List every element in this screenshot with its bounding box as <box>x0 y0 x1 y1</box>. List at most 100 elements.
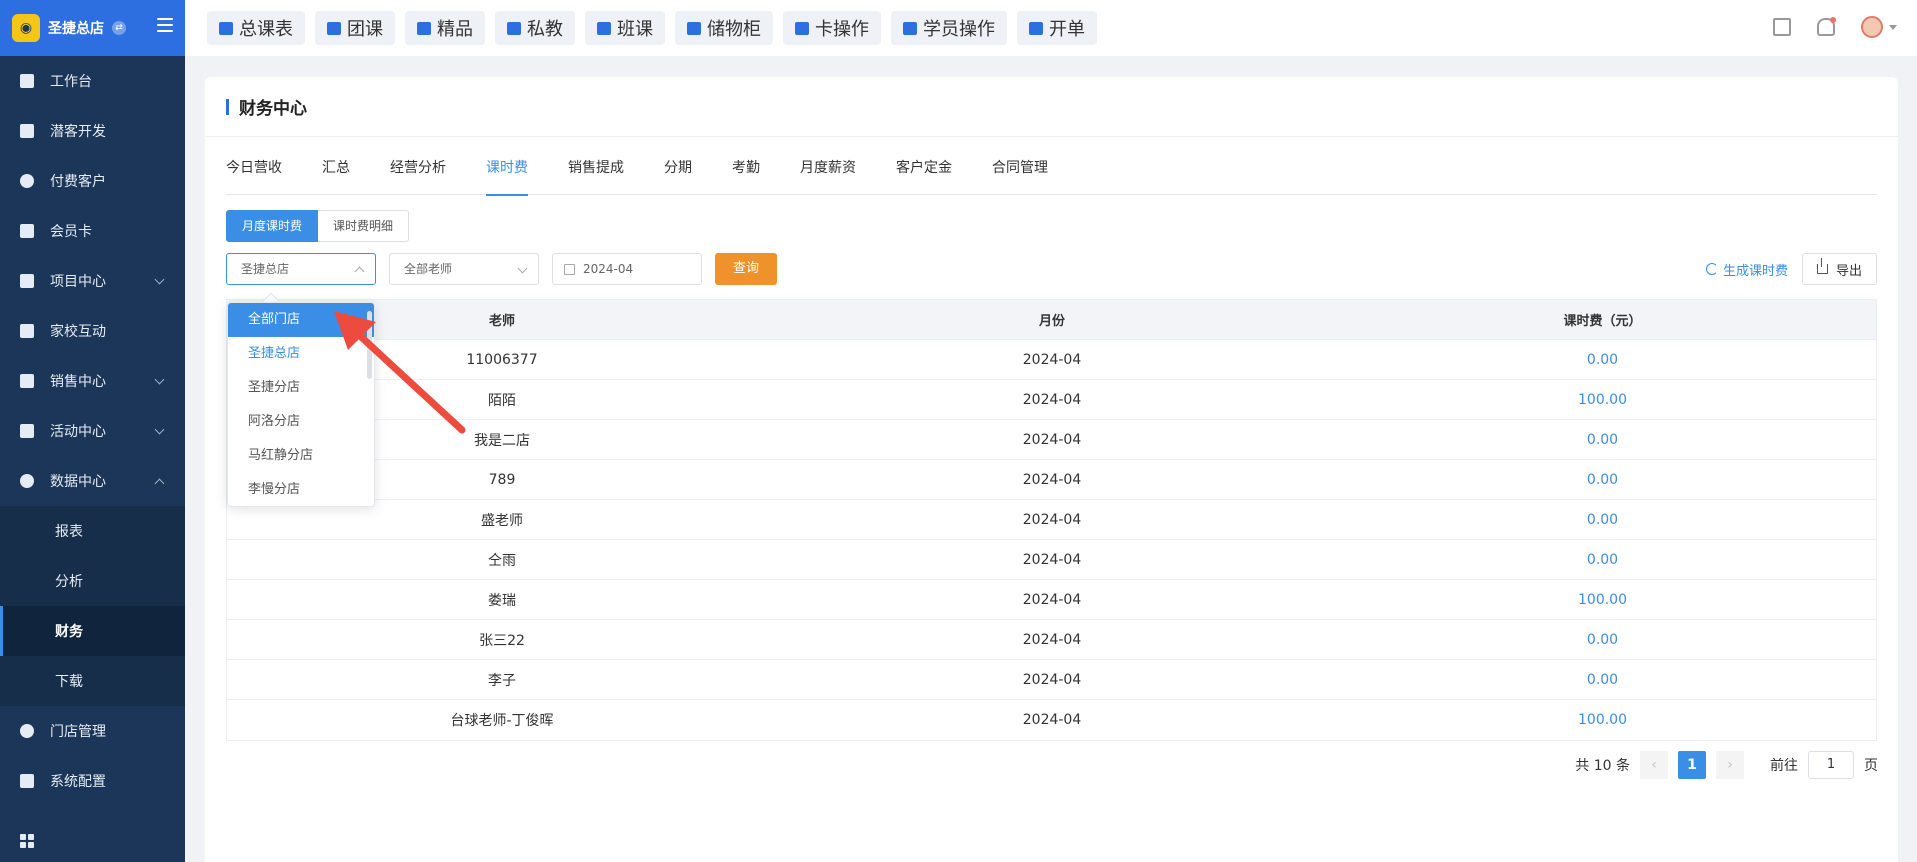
bell-icon[interactable] <box>1817 17 1836 36</box>
teacher-select[interactable]: 全部老师 <box>389 253 539 285</box>
dropdown-scrollbar[interactable] <box>367 311 372 379</box>
gift-icon <box>20 424 34 438</box>
sidebar-item-label: 数据中心 <box>50 474 106 490</box>
table-row: 我是二店 2024-04 0.00 <box>227 420 1876 460</box>
chevron-down-icon <box>154 274 165 285</box>
chevron-down-icon <box>154 374 165 385</box>
cell-fee-link[interactable]: 0.00 <box>1327 432 1878 448</box>
store-option[interactable]: 李慢分店 <box>228 473 374 506</box>
title-accent-bar <box>226 98 229 115</box>
cell-fee-link[interactable]: 100.00 <box>1327 712 1878 728</box>
sidebar-subitem-download[interactable]: 下载 <box>0 656 185 706</box>
sidebar-item-workbench[interactable]: 工作台 <box>0 56 185 106</box>
tab-sales-commission[interactable]: 销售提成 <box>568 157 624 195</box>
sidebar-item-sales-center[interactable]: 销售中心 <box>0 356 185 406</box>
fee-detail-segment[interactable]: 课时费明细 <box>318 210 410 242</box>
chevron-down-icon[interactable] <box>1889 24 1897 30</box>
card-header: 财务中心 <box>205 77 1898 137</box>
tab-monthly-salary[interactable]: 月度薪资 <box>800 157 856 195</box>
sidebar-item-label: 会员卡 <box>50 224 92 240</box>
tab-contract-management[interactable]: 合同管理 <box>992 157 1048 195</box>
export-button[interactable]: 导出 <box>1801 253 1877 285</box>
sidebar-item-store-management[interactable]: 门店管理 <box>0 706 185 756</box>
cell-fee-link[interactable]: 0.00 <box>1327 352 1878 368</box>
topbar: 总课表 团课 精品 私教 班课 储物柜 卡操作 学员操作 开单 <box>185 0 1917 56</box>
calendar-icon <box>564 264 575 275</box>
sidebar-item-activity-center[interactable]: 活动中心 <box>0 406 185 456</box>
store-option[interactable]: 圣捷总店 <box>228 337 374 371</box>
table-row: 李子 2024-04 0.00 <box>227 660 1876 700</box>
store-select[interactable]: 圣捷总店 <box>226 253 376 285</box>
cell-fee-link[interactable]: 0.00 <box>1327 552 1878 568</box>
sidebar-subitem-analysis[interactable]: 分析 <box>0 556 185 606</box>
table-row: 789 2024-04 0.00 <box>227 460 1876 500</box>
monthly-fee-segment[interactable]: 月度课时费 <box>226 210 319 242</box>
locker-icon <box>687 21 701 35</box>
sidebar-item-data-center[interactable]: 数据中心 <box>0 456 185 506</box>
sidebar-subitem-reports[interactable]: 报表 <box>0 506 185 556</box>
avatar[interactable] <box>1861 16 1883 38</box>
generate-fee-button[interactable]: 生成课时费 <box>1705 260 1788 279</box>
tab-customer-deposit[interactable]: 客户定金 <box>896 157 952 195</box>
brand-logo-icon: ◉ <box>12 14 40 42</box>
folder-icon <box>20 274 34 288</box>
next-page-button[interactable]: › <box>1716 751 1744 779</box>
brand-name: 圣捷总店 <box>48 21 104 37</box>
private-coaching-button[interactable]: 私教 <box>495 11 575 45</box>
switch-store-icon[interactable]: ⇄ <box>112 21 126 35</box>
class-course-button[interactable]: 班课 <box>585 11 665 45</box>
sidebar-menu: 工作台 潜客开发 付费客户 会员卡 项目中心 家校互动 销售中心 活动中心 数据… <box>0 56 185 806</box>
store-option[interactable]: 圣捷分店 <box>228 371 374 405</box>
tab-attendance[interactable]: 考勤 <box>732 157 760 195</box>
cell-fee-link[interactable]: 100.00 <box>1327 592 1878 608</box>
cell-fee-link[interactable]: 100.00 <box>1327 392 1878 408</box>
month-picker[interactable]: 2024-04 <box>552 253 702 285</box>
book-icon <box>327 21 341 35</box>
receipt-icon <box>1029 21 1043 35</box>
sidebar-item-paying-customers[interactable]: 付费客户 <box>0 156 185 206</box>
sidebar-item-membership-card[interactable]: 会员卡 <box>0 206 185 256</box>
hamburger-menu-icon[interactable] <box>157 18 173 32</box>
sidebar-item-label: 分析 <box>55 574 83 590</box>
view-segmented-control: 月度课时费 课时费明细 <box>226 210 410 242</box>
tab-lesson-fee[interactable]: 课时费 <box>486 157 528 196</box>
sidebar-item-project-center[interactable]: 项目中心 <box>0 256 185 306</box>
table-actions: 生成课时费 导出 <box>1705 253 1877 285</box>
student-operation-button[interactable]: 学员操作 <box>891 11 1007 45</box>
apps-grid-icon[interactable] <box>20 834 34 848</box>
locker-button[interactable]: 储物柜 <box>675 11 773 45</box>
cell-fee-link[interactable]: 0.00 <box>1327 472 1878 488</box>
sidebar-item-prospects[interactable]: 潜客开发 <box>0 106 185 156</box>
create-order-button[interactable]: 开单 <box>1017 11 1097 45</box>
tab-summary[interactable]: 汇总 <box>322 157 350 195</box>
store-option[interactable]: 阿洛分店 <box>228 405 374 439</box>
card-operation-button[interactable]: 卡操作 <box>783 11 881 45</box>
lesson-fee-table: 老师 月份 课时费（元） 11006377 2024-04 0.00 陌陌 2024-… <box>226 299 1877 741</box>
table-row: 台球老师-丁俊晖 2024-04 100.00 <box>227 700 1876 740</box>
premium-button[interactable]: 精品 <box>405 11 485 45</box>
sidebar-item-system-settings[interactable]: 系统配置 <box>0 756 185 806</box>
goto-page-input[interactable]: 1 <box>1808 751 1854 779</box>
page-number-button[interactable]: 1 <box>1678 751 1706 779</box>
master-schedule-button[interactable]: 总课表 <box>207 11 305 45</box>
store-option[interactable]: 马红静分店 <box>228 439 374 473</box>
cell-fee-link[interactable]: 0.00 <box>1327 512 1878 528</box>
tab-installments[interactable]: 分期 <box>664 157 692 195</box>
group-class-button[interactable]: 团课 <box>315 11 395 45</box>
prev-page-button[interactable]: ‹ <box>1640 751 1668 779</box>
tab-today-revenue[interactable]: 今日营收 <box>226 157 282 195</box>
sidebar-subitem-finance[interactable]: 财务 <box>0 606 185 656</box>
sidebar-item-label: 财务 <box>55 624 83 640</box>
cell-fee-link[interactable]: 0.00 <box>1327 672 1878 688</box>
sidebar-item-label: 潜客开发 <box>50 124 106 140</box>
sidebar: ◉ 圣捷总店 ⇄ 工作台 潜客开发 付费客户 会员卡 项目中心 家校互动 销售中… <box>0 0 185 862</box>
query-button[interactable]: 查询 <box>715 253 777 285</box>
store-option[interactable]: 全部门店 <box>228 303 374 337</box>
cell-fee-link[interactable]: 0.00 <box>1327 632 1878 648</box>
table-row: 张三22 2024-04 0.00 <box>227 620 1876 660</box>
refresh-icon <box>1705 263 1718 275</box>
qr-code-icon[interactable] <box>1773 18 1791 36</box>
tab-business-analysis[interactable]: 经营分析 <box>390 157 446 195</box>
button-label: 卡操作 <box>815 19 869 40</box>
sidebar-item-home-school[interactable]: 家校互动 <box>0 306 185 356</box>
